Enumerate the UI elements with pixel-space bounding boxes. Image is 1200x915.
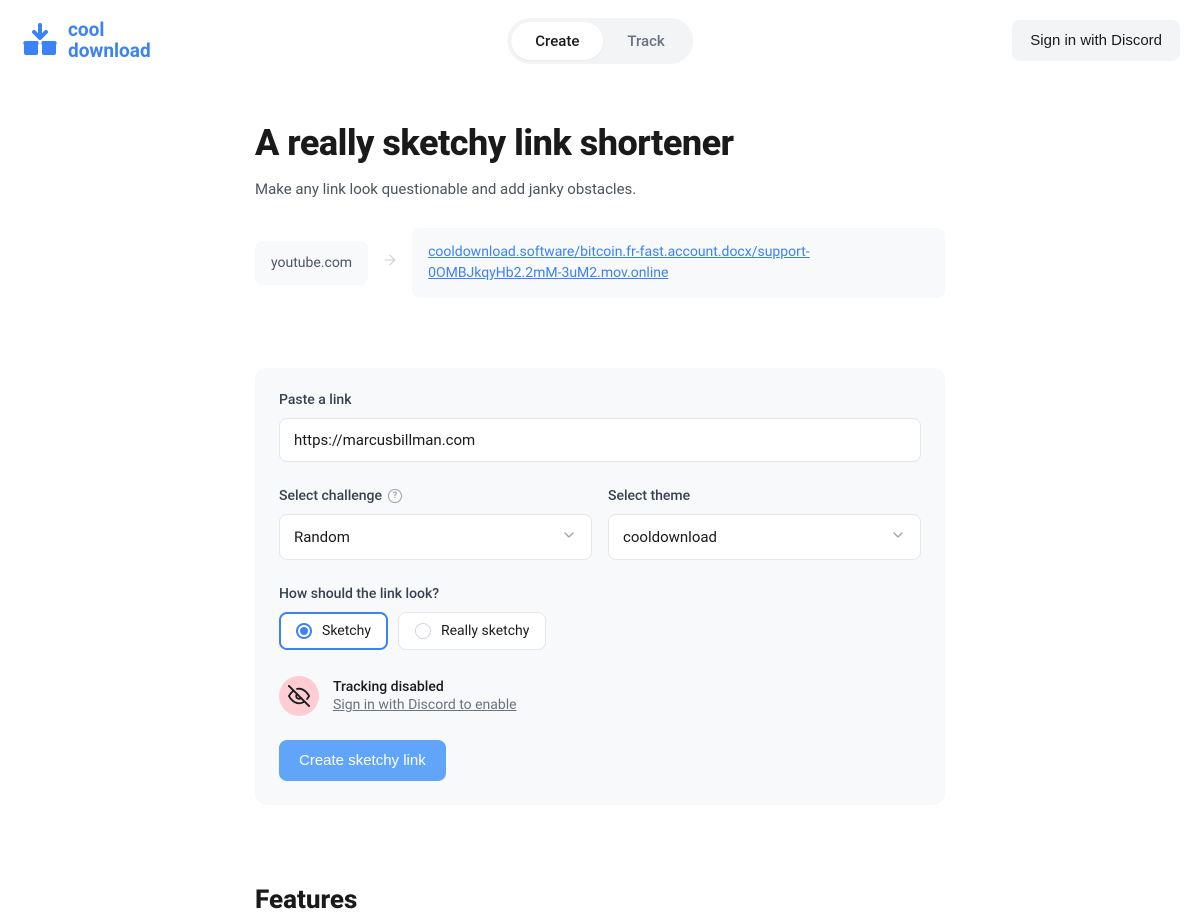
page-subtitle: Make any link look questionable and add … (255, 180, 945, 198)
look-label: How should the link look? (279, 586, 921, 602)
theme-col: Select theme cooldownload (608, 488, 921, 560)
tracking-title: Tracking disabled (333, 679, 517, 695)
form-row2: Select challenge ? Random Select theme (279, 488, 921, 560)
radio-really-sketchy[interactable]: Really sketchy (398, 612, 546, 650)
logo[interactable]: cool download (20, 20, 151, 62)
help-icon[interactable]: ? (388, 489, 402, 503)
tab-create[interactable]: Create (511, 22, 603, 60)
tab-track[interactable]: Track (603, 22, 688, 60)
tab-switcher: Create Track (507, 18, 693, 64)
example-source: youtube.com (255, 241, 368, 285)
page-title: A really sketchy link shortener (255, 122, 945, 164)
tracking-row: Tracking disabled Sign in with Discord t… (279, 676, 921, 716)
chevron-down-icon (890, 527, 906, 547)
radio-label: Sketchy (322, 623, 371, 639)
tracking-text: Tracking disabled Sign in with Discord t… (333, 679, 517, 713)
link-input[interactable] (279, 418, 921, 462)
challenge-value: Random (294, 528, 350, 546)
logo-text: cool download (68, 20, 151, 62)
arrow-right-icon (382, 252, 398, 273)
theme-label: Select theme (608, 488, 921, 504)
form-card: Paste a link Select challenge ? Random (255, 368, 945, 805)
example-row: youtube.com cooldownload.software/bitcoi… (255, 228, 945, 298)
radio-sketchy[interactable]: Sketchy (279, 612, 388, 650)
logo-line2: download (68, 41, 151, 62)
header: cool download Create Track Sign in with … (0, 0, 1200, 82)
radio-icon (415, 623, 431, 639)
theme-value: cooldownload (623, 528, 717, 546)
challenge-select[interactable]: Random (279, 514, 592, 560)
theme-select[interactable]: cooldownload (608, 514, 921, 560)
example-result-link[interactable]: cooldownload.software/bitcoin.fr-fast.ac… (412, 228, 945, 298)
logo-line1: cool (68, 20, 151, 41)
radio-icon (296, 623, 312, 639)
challenge-col: Select challenge ? Random (279, 488, 592, 560)
signin-button[interactable]: Sign in with Discord (1012, 20, 1180, 61)
chevron-down-icon (561, 527, 577, 547)
logo-icon (20, 23, 60, 59)
look-section: How should the link look? Sketchy Really… (279, 586, 921, 650)
paste-link-label: Paste a link (279, 392, 921, 408)
radio-label: Really sketchy (441, 623, 529, 639)
eye-off-icon (279, 676, 319, 716)
main-container: A really sketchy link shortener Make any… (235, 122, 965, 915)
challenge-label: Select challenge ? (279, 488, 592, 504)
look-radio-group: Sketchy Really sketchy (279, 612, 921, 650)
tracking-signin-link[interactable]: Sign in with Discord to enable (333, 697, 517, 713)
create-link-button[interactable]: Create sketchy link (279, 740, 446, 781)
